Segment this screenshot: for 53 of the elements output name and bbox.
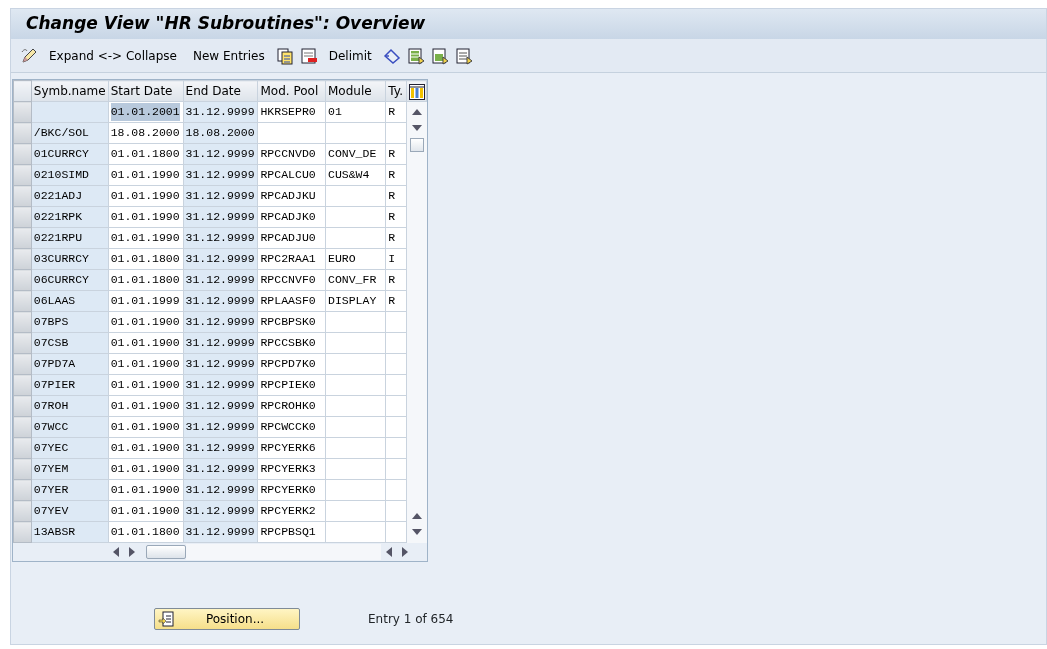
scroll-up-icon[interactable] (411, 109, 422, 115)
row-selector[interactable] (13, 416, 32, 438)
row-selector[interactable] (13, 353, 32, 375)
row-selector[interactable] (13, 458, 32, 480)
table-cell[interactable]: 01.01.2001 (110, 103, 180, 121)
row-selector[interactable] (13, 521, 32, 543)
scroll-up-icon[interactable] (411, 513, 422, 519)
row-selector[interactable] (13, 395, 32, 417)
list-deselect-icon[interactable] (454, 46, 473, 65)
row-selector[interactable] (13, 185, 32, 207)
scroll-down-icon[interactable] (411, 529, 422, 535)
column-settings-icon[interactable] (408, 83, 425, 100)
position-icon (158, 611, 174, 627)
delete-icon[interactable] (299, 46, 318, 65)
position-button[interactable]: Position... (154, 608, 300, 630)
select-all-button[interactable] (13, 80, 32, 102)
row-selector[interactable] (13, 500, 32, 522)
toolbar-button[interactable]: New Entries (186, 46, 271, 65)
row-selector[interactable] (13, 311, 32, 333)
column-header[interactable]: Symb.name (31, 80, 109, 102)
copy-icon[interactable] (275, 46, 294, 65)
pencil-icon[interactable] (20, 46, 38, 65)
window-title: Change View "HR Subroutines": Overview (11, 9, 1046, 39)
column-header[interactable]: Module (325, 80, 386, 102)
row-selector[interactable] (13, 143, 32, 165)
scroll-right-icon[interactable] (129, 547, 136, 557)
row-selector[interactable] (13, 374, 32, 396)
row-selector[interactable] (13, 122, 32, 144)
row-selector[interactable] (13, 269, 32, 291)
scrollbar-thumb[interactable] (409, 138, 424, 152)
entry-count: Entry 1 of 654 (368, 611, 454, 628)
row-selector[interactable] (13, 164, 32, 186)
row-selector[interactable] (13, 479, 32, 501)
column-header[interactable]: Start Date (108, 80, 184, 102)
row-selector[interactable] (13, 227, 32, 249)
scroll-left-icon[interactable] (385, 547, 392, 557)
row-selector[interactable] (13, 437, 32, 459)
scroll-right-icon[interactable] (401, 547, 408, 557)
toolbar-button[interactable]: Delimit (322, 46, 378, 65)
row-selector[interactable] (13, 290, 32, 312)
row-selector[interactable] (13, 206, 32, 228)
scroll-left-icon[interactable] (113, 547, 120, 557)
column-header[interactable]: Mod. Pool (257, 80, 326, 102)
column-header[interactable]: End Date (183, 80, 258, 102)
list-select-icon[interactable] (430, 46, 449, 65)
row-selector[interactable] (13, 332, 32, 354)
list-select-icon[interactable] (406, 46, 425, 65)
scroll-down-icon[interactable] (411, 125, 422, 131)
column-header[interactable]: Ty. (385, 80, 407, 102)
toolbar-button[interactable]: Expand <-> Collapse (43, 46, 183, 65)
scrollbar-thumb[interactable] (146, 545, 187, 559)
row-selector[interactable] (13, 248, 32, 270)
row-selector[interactable] (13, 101, 32, 123)
